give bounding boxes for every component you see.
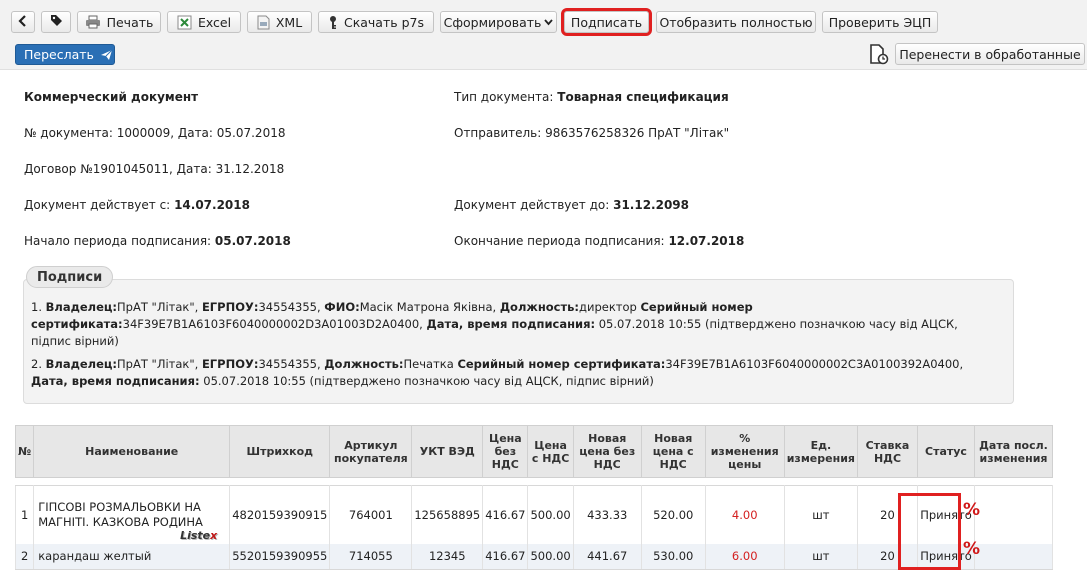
download-p7s-label: Скачать p7s [343, 14, 424, 30]
tag-icon [50, 14, 63, 30]
signing-end-label: Окончание периода подписания: [454, 234, 665, 248]
col-unit[interactable]: Ед. измерения [783, 425, 858, 478]
doc-type: Тип документа: Товарная спецификация [454, 90, 729, 104]
generate-label: Сформировать [443, 14, 542, 30]
last-change [973, 485, 1053, 544]
col-new-price[interactable]: Новая цена без НДС [572, 425, 642, 478]
sender-info: Отправитель: 9863576258326 ПрАТ "Лiтак" [454, 126, 730, 140]
price: 416.67 [482, 543, 529, 570]
sign-label: Подписать [570, 14, 643, 30]
product-name: ГIПСОВI РОЗМАЛЬОВКИ НА МАГНIТI. КАЗКОВА … [33, 485, 231, 544]
unit: шт [783, 485, 858, 544]
barcode: 5520159390955 [229, 543, 331, 570]
forward-button[interactable]: Переслать [15, 44, 115, 65]
download-p7s-button[interactable]: Скачать p7s [318, 11, 434, 33]
excel-label: Excel [197, 14, 232, 30]
col-last-change[interactable]: Дата посл. изменения [973, 425, 1053, 478]
col-number[interactable]: № [14, 425, 35, 478]
status-highlight [898, 493, 961, 570]
col-ukt[interactable]: УКТ ВЭД [411, 425, 484, 478]
doc-type-label: Тип документа: [454, 90, 554, 104]
valid-to-value: 31.12.2098 [613, 198, 690, 212]
move-to-processed-button[interactable]: Перенести в обработанные [895, 43, 1085, 65]
generate-dropdown[interactable]: Сформировать [440, 11, 557, 33]
pct-change: 4.00 [704, 485, 785, 544]
row-number: 1 [14, 485, 35, 544]
signing-start-value: 05.07.2018 [214, 234, 291, 248]
signatures-legend: Подписи [26, 266, 114, 288]
listex-logo[interactable]: Listex [180, 529, 217, 542]
xml-file-icon [257, 15, 270, 30]
valid-from-label: Документ действует с: [24, 198, 171, 212]
last-change [973, 543, 1053, 570]
send-icon [100, 49, 113, 61]
doc-number: № документа: 1000009, Дата: 05.07.2018 [24, 126, 286, 140]
key-icon [328, 15, 338, 30]
col-price[interactable]: Цена без НДС [482, 425, 529, 478]
price: 416.67 [482, 485, 529, 544]
chevron-down-icon [544, 18, 554, 26]
ukt-code: 12345 [411, 543, 484, 570]
print-label: Печать [106, 14, 154, 30]
product-name: карандаш желтый [33, 543, 231, 570]
tag-button[interactable] [41, 11, 71, 33]
toolbar: Печать Excel XML Скачать p7s Сформироват… [0, 0, 1087, 70]
verify-signature-label: Проверить ЭЦП [828, 14, 932, 30]
valid-from: Документ действует с: 14.07.2018 [24, 198, 250, 212]
new-price-vat: 530.00 [640, 543, 706, 570]
back-button[interactable] [11, 11, 35, 33]
valid-to-label: Документ действует до: [454, 198, 610, 212]
move-to-processed-label: Перенести в обработанные [899, 46, 1081, 62]
printer-icon [85, 15, 101, 29]
doc-type-value: Товарная спецификация [557, 90, 729, 104]
signature-entry-1: 1. Владелец:ПрАТ "Лiтак", ЕГРПОУ:3455435… [31, 300, 958, 348]
new-price-vat: 520.00 [640, 485, 706, 544]
ukt-code: 125658895 [411, 485, 484, 544]
signing-start: Начало периода подписания: 05.07.2018 [24, 234, 291, 248]
xml-label: XML [275, 14, 303, 30]
signature-entry-2: 2. Владелец:ПрАТ "Лiтак", ЕГРПОУ:3455435… [31, 357, 964, 388]
excel-icon [177, 15, 192, 30]
valid-to: Документ действует до: 31.12.2098 [454, 198, 689, 212]
contract-info: Договор №1901045011, Дата: 31.12.2018 [24, 162, 285, 176]
valid-from-value: 14.07.2018 [174, 198, 250, 212]
doc-title: Коммерческий документ [24, 90, 199, 104]
col-name[interactable]: Наименование [33, 425, 231, 478]
col-status[interactable]: Статус [916, 425, 975, 478]
col-price-vat[interactable]: Цена с НДС [527, 425, 574, 478]
forward-label: Переслать [24, 47, 94, 62]
buyer-article: 714055 [329, 543, 413, 570]
buyer-article: 764001 [329, 485, 413, 544]
print-button[interactable]: Печать [77, 11, 161, 33]
col-barcode[interactable]: Штрихкод [229, 425, 331, 478]
unit: шт [783, 543, 858, 570]
signing-end: Окончание периода подписания: 12.07.2018 [454, 234, 744, 248]
signing-end-value: 12.07.2018 [668, 234, 745, 248]
price-vat: 500.00 [527, 485, 574, 544]
row-number: 2 [14, 543, 35, 570]
col-pct-change[interactable]: % изменения цены [704, 425, 785, 478]
pct-change: 6.00 [704, 543, 785, 570]
xml-button[interactable]: XML [247, 11, 312, 33]
col-vat-rate[interactable]: Ставка НДС [856, 425, 918, 478]
show-full-label: Отобразить полностью [659, 14, 813, 30]
excel-button[interactable]: Excel [167, 11, 241, 33]
file-clock-icon[interactable] [869, 44, 889, 68]
table-row[interactable]: 1 ГIПСОВI РОЗМАЛЬОВКИ НА МАГНIТI. КАЗКОВ… [14, 485, 1053, 544]
back-icon [18, 14, 28, 30]
price-vat: 500.00 [527, 543, 574, 570]
col-article[interactable]: Артикул покупателя [329, 425, 413, 478]
new-price: 433.33 [572, 485, 642, 544]
signing-start-label: Начало периода подписания: [24, 234, 212, 248]
show-full-button[interactable]: Отобразить полностью [656, 11, 816, 33]
sign-button[interactable]: Подписать [561, 8, 652, 36]
new-price: 441.67 [572, 543, 642, 570]
table-row[interactable]: 2 карандаш желтый 5520159390955 714055 1… [14, 543, 1053, 570]
percent-icon[interactable]: % [963, 539, 980, 559]
percent-icon[interactable]: % [963, 500, 980, 520]
verify-signature-button[interactable]: Проверить ЭЦП [822, 11, 938, 33]
col-new-price-vat[interactable]: Новая цена с НДС [640, 425, 706, 478]
table-header: № Наименование Штрихкод Артикул покупате… [14, 425, 1053, 478]
barcode: 4820159390915 [229, 485, 331, 544]
